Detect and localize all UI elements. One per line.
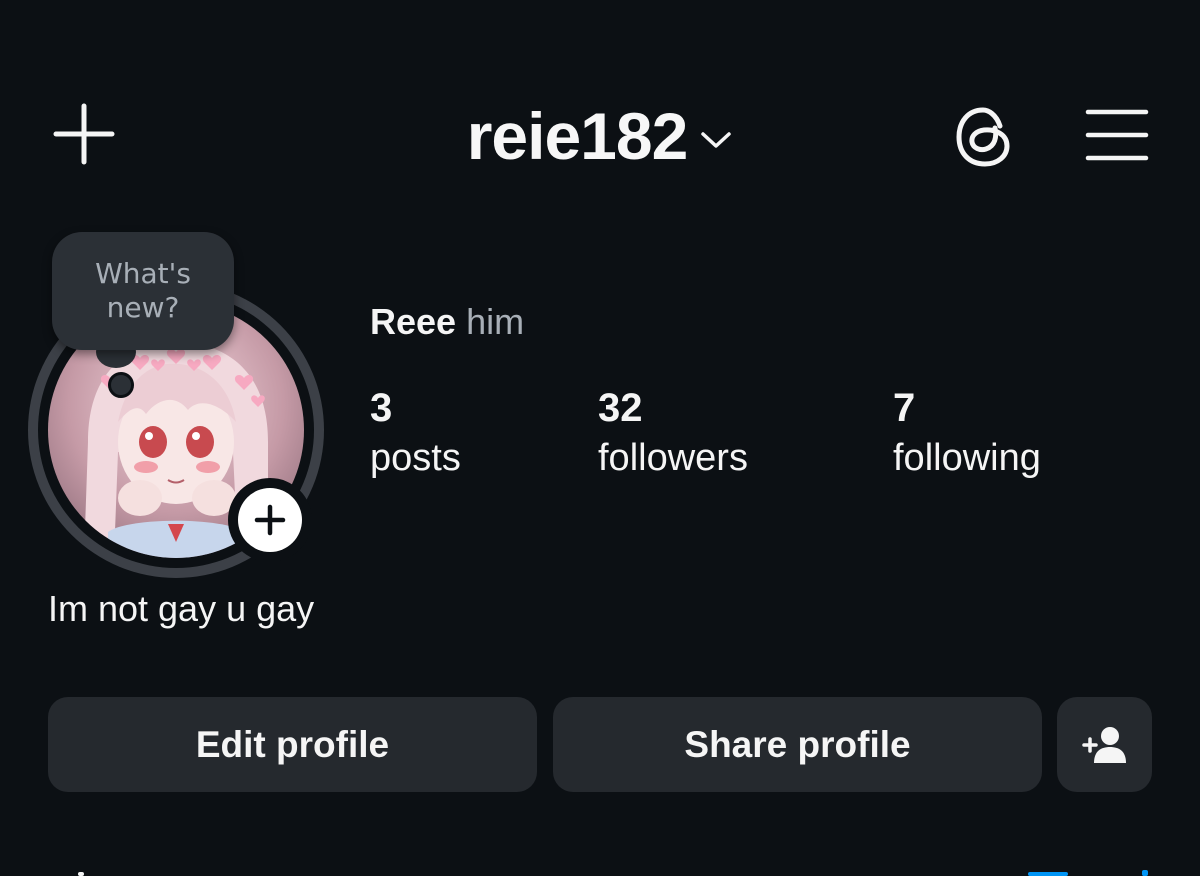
share-profile-label: Share profile xyxy=(684,723,911,765)
edit-profile-button[interactable]: Edit profile xyxy=(48,697,537,792)
header-title-area: reie182 xyxy=(0,94,1200,178)
plus-icon xyxy=(53,103,115,165)
edit-profile-label: Edit profile xyxy=(195,723,390,765)
note-bubble[interactable]: What's new? xyxy=(52,232,234,350)
note-bubble-line2: new? xyxy=(106,291,180,324)
following-stat[interactable]: 7 following xyxy=(893,384,1041,482)
posts-stat[interactable]: 3 posts xyxy=(370,384,461,482)
profile-name-line: Reee him xyxy=(370,300,524,344)
following-count: 7 xyxy=(893,386,916,430)
profile-bio: Im not gay u gay xyxy=(48,588,315,629)
menu-button[interactable] xyxy=(1082,106,1152,164)
note-bubble-dot xyxy=(108,372,134,398)
note-bubble-line1: What's xyxy=(95,257,191,290)
add-person-icon xyxy=(1081,726,1126,763)
posts-label: posts xyxy=(370,437,461,479)
account-switcher[interactable]: reie182 xyxy=(467,103,734,169)
followers-count: 32 xyxy=(598,386,643,430)
following-label: following xyxy=(893,437,1041,479)
create-button[interactable] xyxy=(50,100,118,168)
threads-button[interactable] xyxy=(950,102,1020,172)
chevron-down-icon xyxy=(701,132,732,148)
followers-label: followers xyxy=(598,437,748,479)
next-section-peek xyxy=(78,870,1148,876)
share-profile-button[interactable]: Share profile xyxy=(553,697,1042,792)
plus-icon xyxy=(254,504,286,536)
hamburger-menu-icon xyxy=(1085,109,1149,161)
pronouns: him xyxy=(466,301,525,342)
add-story-button[interactable] xyxy=(228,478,312,562)
display-name: Reee xyxy=(370,301,457,342)
discover-people-button[interactable] xyxy=(1057,697,1152,792)
followers-stat[interactable]: 32 followers xyxy=(598,384,748,482)
posts-count: 3 xyxy=(370,386,393,430)
add-story-circle xyxy=(238,488,302,552)
username-title: reie182 xyxy=(466,99,689,173)
threads-icon xyxy=(956,107,1010,167)
